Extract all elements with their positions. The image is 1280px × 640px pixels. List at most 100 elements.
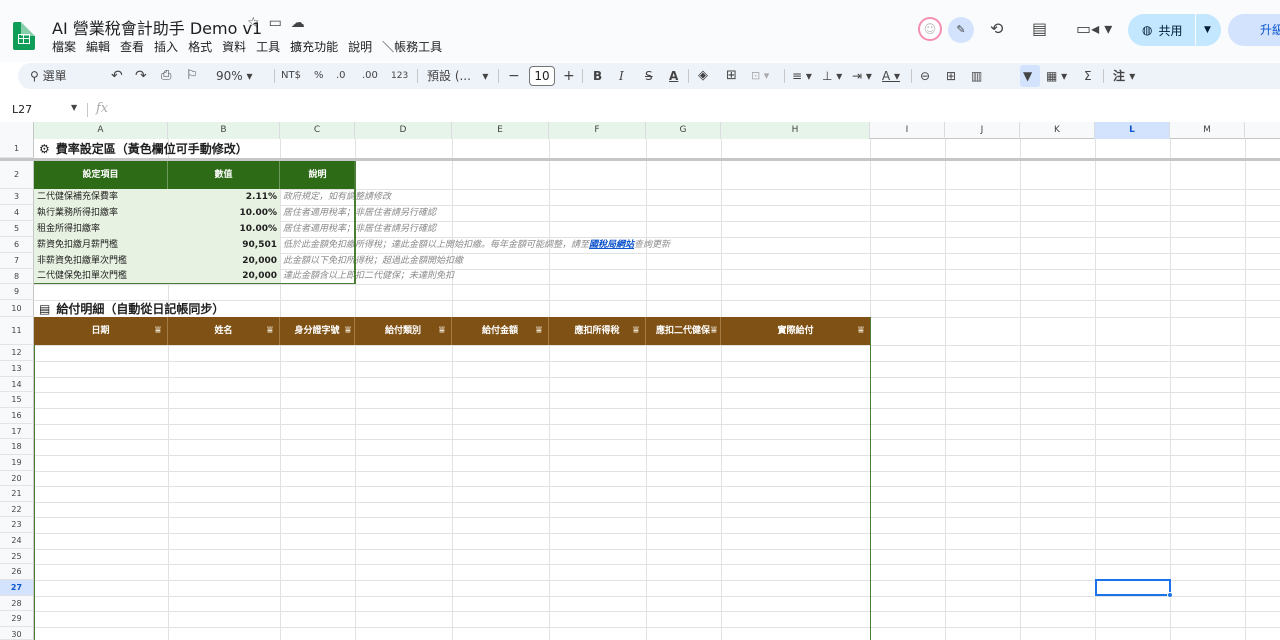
row-header[interactable]: 28	[0, 596, 34, 611]
setting-name[interactable]: 二代健保免扣單次門檻	[34, 269, 130, 283]
column-header-l[interactable]: L	[1095, 122, 1170, 139]
zoom-select[interactable]: 90% ▾	[216, 63, 253, 89]
setting-note[interactable]: 居住者適用稅率；非居住者請另行確認	[280, 206, 439, 220]
payment-header-date[interactable]: 日期 ⩸	[34, 317, 168, 345]
italic-button[interactable]: I	[619, 63, 624, 89]
setting-name[interactable]: 薪資免扣繳月薪門檻	[34, 238, 121, 252]
settings-header-value[interactable]: 數值	[168, 161, 280, 189]
paint-format-icon[interactable]: ⚐	[186, 63, 198, 89]
upgrade-button[interactable]: 升級	[1228, 14, 1280, 46]
name-box[interactable]: L27	[12, 103, 32, 116]
column-header-g[interactable]: G	[646, 122, 721, 139]
menu-insert[interactable]: 插入	[154, 38, 178, 55]
column-header-a[interactable]: A	[34, 122, 168, 139]
column-filter-icon[interactable]: ⩸	[155, 317, 161, 345]
setting-value[interactable]: 2.11%	[168, 190, 280, 204]
star-icon[interactable]: ☆	[247, 15, 260, 31]
column-filter-icon[interactable]: ⩸	[267, 317, 273, 345]
font-family-select[interactable]: 預設 (... ▾	[427, 63, 488, 89]
column-header-i[interactable]: I	[870, 122, 945, 139]
menu-help[interactable]: 說明	[348, 38, 372, 55]
text-rotation-icon[interactable]: A ▾	[882, 63, 900, 89]
row-header[interactable]: 16	[0, 408, 34, 424]
undo-icon[interactable]: ↶	[111, 63, 123, 89]
row-header[interactable]: 30	[0, 627, 34, 640]
row-header[interactable]: 11	[0, 317, 34, 345]
insert-comment-icon[interactable]: ⊞	[946, 63, 956, 89]
column-filter-icon[interactable]: ⩸	[439, 317, 445, 345]
column-header-d[interactable]: D	[355, 122, 452, 139]
setting-name[interactable]: 租金所得扣繳率	[34, 222, 103, 236]
filter-icon[interactable]: ▼	[1023, 63, 1032, 89]
menu-view[interactable]: 查看	[120, 38, 144, 55]
font-size-input[interactable]: 10	[529, 66, 555, 86]
menu-format[interactable]: 格式	[188, 38, 212, 55]
row-header[interactable]: 23	[0, 517, 34, 533]
number-format-button[interactable]: 123	[391, 63, 408, 89]
menu-extensions[interactable]: 擴充功能	[290, 38, 338, 55]
payment-header-net-pay[interactable]: 實際給付 ⩸	[721, 317, 870, 345]
row-header[interactable]: 14	[0, 377, 34, 392]
setting-value[interactable]: 20,000	[168, 269, 280, 283]
user-avatar[interactable]: ☺	[918, 17, 942, 41]
name-box-dropdown-icon[interactable]: ▼	[71, 103, 77, 112]
setting-value[interactable]: 20,000	[168, 254, 280, 268]
row-header[interactable]: 3	[0, 189, 34, 205]
menu-data[interactable]: 資料	[222, 38, 246, 55]
increase-decimal-button[interactable]: .00	[362, 63, 378, 89]
row-header[interactable]: 13	[0, 361, 34, 377]
column-header-f[interactable]: F	[549, 122, 646, 139]
row-header[interactable]: 1	[0, 139, 34, 158]
row-header[interactable]: 21	[0, 486, 34, 502]
settings-header-description[interactable]: 說明	[280, 161, 355, 189]
payment-header-amount[interactable]: 給付金額 ⩸	[452, 317, 549, 345]
row-header[interactable]: 12	[0, 345, 34, 361]
column-header-e[interactable]: E	[452, 122, 549, 139]
move-folder-icon[interactable]: ▭	[269, 15, 282, 31]
row-header[interactable]: 25	[0, 549, 34, 564]
active-cell-selection[interactable]	[1095, 579, 1171, 596]
setting-value[interactable]: 90,501	[168, 238, 280, 252]
sheets-logo-icon[interactable]	[13, 22, 35, 50]
strikethrough-button[interactable]: S	[645, 63, 653, 89]
search-menus-button[interactable]: ⚲ 選單	[30, 63, 67, 89]
column-header-m[interactable]: M	[1170, 122, 1245, 139]
column-filter-icon[interactable]: ⩸	[345, 317, 351, 345]
setting-name[interactable]: 非薪資免扣繳單次門檻	[34, 254, 130, 268]
row-header[interactable]: 24	[0, 533, 34, 549]
row-header[interactable]: 18	[0, 439, 34, 455]
section1-title[interactable]: ⚙ 費率設定區（黃色欄位可手動修改）	[36, 140, 251, 158]
fill-handle[interactable]	[1167, 592, 1173, 598]
row-header[interactable]: 5	[0, 221, 34, 237]
column-filter-icon[interactable]: ⩸	[858, 317, 864, 345]
text-color-button[interactable]: A	[669, 63, 678, 89]
column-filter-icon[interactable]: ⩸	[633, 317, 639, 345]
column-header-h[interactable]: H	[721, 122, 870, 139]
decrease-decimal-button[interactable]: .0	[336, 63, 346, 89]
menu-accounting-tools[interactable]: ＼帳務工具	[382, 38, 442, 55]
setting-note[interactable]: 低於此金額免扣繳所得稅；達此金額以上開始扣繳。每年金額可能調整，請至國稅局網站查…	[280, 238, 673, 252]
version-history-icon[interactable]: ⟲	[990, 19, 1003, 38]
spreadsheet-grid[interactable]: A B C D E F G H I J K L M 1 2 3 4 5 6 7 …	[0, 122, 1280, 640]
setting-note[interactable]: 達此金額含以上即扣二代健保；未達則免扣	[280, 269, 457, 283]
column-header-k[interactable]: K	[1020, 122, 1095, 139]
row-header[interactable]: 29	[0, 611, 34, 627]
column-header-j[interactable]: J	[945, 122, 1020, 139]
horizontal-align-icon[interactable]: ≡ ▾	[792, 63, 812, 89]
increase-font-size-icon[interactable]: +	[563, 63, 575, 89]
percent-format-button[interactable]: %	[314, 63, 324, 89]
row-header[interactable]: 7	[0, 253, 34, 269]
menu-file[interactable]: 檔案	[52, 38, 76, 55]
column-filter-icon[interactable]: ⩸	[711, 317, 717, 345]
menu-tools[interactable]: 工具	[256, 38, 280, 55]
borders-icon[interactable]: ⊞	[726, 63, 737, 89]
setting-note[interactable]: 居住者適用稅率；非居住者請另行確認	[280, 222, 439, 236]
settings-header-item[interactable]: 設定項目	[34, 161, 168, 189]
comments-icon[interactable]: ▤	[1032, 19, 1047, 38]
row-header[interactable]: 26	[0, 564, 34, 580]
row-header[interactable]: 15	[0, 392, 34, 408]
select-all-corner[interactable]	[0, 122, 34, 139]
row-header[interactable]: 6	[0, 237, 34, 253]
row-header[interactable]: 4	[0, 205, 34, 221]
insert-link-icon[interactable]: ⊖	[920, 63, 930, 89]
